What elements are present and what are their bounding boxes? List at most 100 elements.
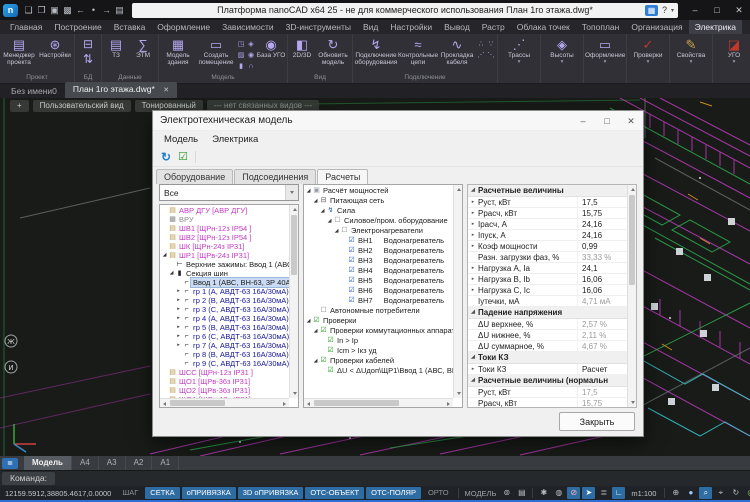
tree-item[interactable]: ☑ In > Ip: [304, 336, 453, 346]
tree-item[interactable]: ◢ ☑ Проверки коммутационных аппаратов: [304, 326, 453, 336]
ribbon-tab[interactable]: Вид: [357, 20, 384, 34]
ribbon-tab[interactable]: Вывод: [438, 20, 476, 34]
oformlenie[interactable]: ▭ Оформление ▾: [585, 36, 625, 65]
vertical-scrollbar[interactable]: [627, 185, 636, 407]
item-checkbox-icon[interactable]: ☑: [347, 276, 356, 286]
property-row[interactable]: ΔU суммарное, % 4,67 %: [468, 341, 627, 352]
expand-icon[interactable]: ◢: [312, 326, 319, 336]
tree-item[interactable]: ▤ ШВ1 [ЩРн-12з IP54 ]: [160, 224, 289, 233]
property-row[interactable]: ▸ Токи КЗ Расчет: [468, 364, 627, 375]
zoom-extents-icon[interactable]: ⌖: [714, 487, 727, 499]
2d3d-button[interactable]: ◧ 2D/3D: [289, 36, 315, 66]
expand-icon[interactable]: ◢: [319, 206, 326, 216]
property-row[interactable]: ◢ Расчетные величины (нормальн: [468, 375, 627, 387]
status-toggle[interactable]: оПРИВЯЗКА: [182, 487, 236, 499]
mini-hatch-icon[interactable]: ▨: [236, 50, 246, 61]
cable-routing-button[interactable]: ∿ Прокладка кабеля: [438, 36, 476, 66]
redo-icon[interactable]: →: [100, 0, 113, 20]
tree-item[interactable]: ◢ ☐ Электронагреватели: [304, 226, 453, 236]
item-checkbox-icon[interactable]: ☐: [340, 226, 349, 236]
item-checkbox-icon[interactable]: ☑: [319, 356, 328, 366]
mini-column-icon[interactable]: ▮: [236, 61, 246, 72]
close-dialog-button[interactable]: Закрыть: [559, 412, 635, 431]
item-checkbox-icon[interactable]: ☑: [326, 336, 335, 346]
selection-cycling-icon[interactable]: ➤: [582, 487, 595, 499]
row-expand-icon[interactable]: ▸: [468, 285, 478, 296]
undo-icon[interactable]: ←: [74, 0, 87, 20]
property-row[interactable]: ◢ Падение напряжения: [468, 307, 627, 319]
tree-item[interactable]: ◢ ▮ Секция шин: [160, 269, 289, 278]
database-icon[interactable]: ⊟: [83, 38, 93, 51]
maximize-button[interactable]: □: [706, 0, 728, 20]
property-row[interactable]: ▸ Нагрузка C, Ic 16,06: [468, 285, 627, 296]
property-row[interactable]: ◢ Токи КЗ: [468, 352, 627, 364]
filter-combobox[interactable]: Все: [159, 184, 299, 201]
view-preset-button[interactable]: Пользовательский вид: [33, 100, 131, 112]
status-toggle[interactable]: СЕТКА: [145, 487, 179, 499]
property-row[interactable]: ΔU нижнее, % 2,11 %: [468, 330, 627, 341]
item-checkbox-icon[interactable]: ↯: [326, 206, 335, 216]
ribbon-tab[interactable]: Оформление: [151, 20, 216, 34]
item-checkbox-icon[interactable]: ☑: [347, 256, 356, 266]
minimize-button[interactable]: –: [684, 0, 706, 20]
property-row[interactable]: ΔU верхнее, % 2,57 %: [468, 319, 627, 330]
save-icon[interactable]: ▣: [48, 0, 61, 20]
item-checkbox-icon[interactable]: ☑: [347, 296, 356, 306]
dialog-title-bar[interactable]: Электротехническая модель – □ ✕: [153, 111, 643, 131]
ribbon-tab[interactable]: Главная: [4, 20, 48, 34]
space-mode-label[interactable]: МОДЕЛЬ: [462, 489, 500, 498]
tree-item[interactable]: ☑ ВН7 Водонагреватель: [304, 296, 453, 306]
tree-item[interactable]: ▸ ⌐ гр 1 (А, АВДТ-63 16А/30мА): [160, 287, 289, 296]
expand-icon[interactable]: ◢: [326, 216, 333, 226]
add-view-button[interactable]: +: [10, 100, 29, 112]
tree-item[interactable]: ⊢ Верхние зажимы: Ввод 1 (АВС,: [160, 260, 289, 269]
status-toggle[interactable]: ОТС-ОБЪЕКТ: [305, 487, 364, 499]
property-row[interactable]: Iутечки, мА 4,71 мА: [468, 296, 627, 307]
mini-space-icon[interactable]: ◈: [246, 39, 256, 50]
tree-item[interactable]: ☐ Автономные потребители: [304, 306, 453, 316]
row-expand-icon[interactable]: ▸: [468, 208, 478, 219]
connect-equipment-button[interactable]: ↯ Подключение оборудования: [354, 36, 398, 66]
mini-arch-icon[interactable]: ∩: [246, 61, 256, 72]
expand-icon[interactable]: ▸: [175, 314, 182, 323]
expand-icon[interactable]: ◢: [312, 356, 319, 366]
ribbon-tab[interactable]: Построение: [48, 20, 107, 34]
item-checkbox-icon[interactable]: ☑: [347, 266, 356, 276]
isolate-objects-icon[interactable]: ◎: [744, 487, 750, 499]
expand-icon[interactable]: ▸: [175, 305, 182, 314]
property-row[interactable]: Руст, кВт 17,5: [468, 387, 627, 398]
layout-tab[interactable]: А4: [72, 456, 99, 470]
tree-item[interactable]: ☑ ВН1 Водонагреватель: [304, 236, 453, 246]
vysoty[interactable]: ◈ Высоты ▾: [542, 36, 582, 65]
proverki[interactable]: ✓ Проверки ▾: [628, 36, 668, 65]
property-row[interactable]: ▸ Руст, кВт 17,5: [468, 197, 627, 208]
doc-tab-close-icon[interactable]: ✕: [163, 87, 169, 94]
horizontal-scrollbar[interactable]: [160, 398, 289, 407]
tree-item[interactable]: ▸ ⌐ гр 3 (С, АВДТ-63 16А/30мА): [160, 305, 289, 314]
item-checkbox-icon[interactable]: ☑: [312, 316, 321, 326]
expand-icon[interactable]: ▸: [175, 341, 182, 350]
ribbon-tab[interactable]: Топоплан: [576, 20, 626, 34]
etm-button[interactable]: ∑ ЭТМ: [129, 36, 157, 66]
pan-icon[interactable]: ⊕: [669, 487, 682, 499]
doc-tab-untitled[interactable]: Без имени0: [3, 84, 65, 98]
tree-item[interactable]: ◢ ⊟ Питающая сеть: [304, 196, 453, 206]
expand-icon[interactable]: ◢: [305, 316, 312, 326]
expand-icon[interactable]: ◢: [161, 251, 168, 260]
row-expand-icon[interactable]: ◢: [468, 375, 478, 386]
open-file-icon[interactable]: ❒: [35, 0, 48, 20]
property-row[interactable]: ▸ Коэф мощности 0,99: [468, 241, 627, 252]
dynamic-input-icon[interactable]: ∟: [612, 487, 625, 499]
tree-item[interactable]: ▦ ВРУ: [160, 215, 289, 224]
tree-item[interactable]: ▸ ⌐ гр 2 (В, АВДТ-63 16А/30мА): [160, 296, 289, 305]
tree-item[interactable]: ▤ ШК [ЩРн-24з IP31]: [160, 242, 289, 251]
tree-item[interactable]: ▤ ШВ2 [ЩРн-12з IP54 ]: [160, 233, 289, 242]
tree-item[interactable]: ◢ ☑ Проверки кабелей: [304, 356, 453, 366]
ucs-icon[interactable]: ⊚: [500, 487, 513, 499]
tree-item[interactable]: ▤ ЩО1 [ЩРв-36з IP31]: [160, 377, 289, 386]
tree-item[interactable]: ☑ ВН3 Водонагреватель: [304, 256, 453, 266]
ribbon-tab[interactable]: Организация: [625, 20, 688, 34]
new-file-icon[interactable]: ❏: [22, 0, 35, 20]
tree-item[interactable]: ▸ ⌐ гр 5 (В, АВДТ-63 16А/30мА): [160, 323, 289, 332]
status-toggle[interactable]: 3D оПРИВЯЗКА: [238, 487, 304, 499]
